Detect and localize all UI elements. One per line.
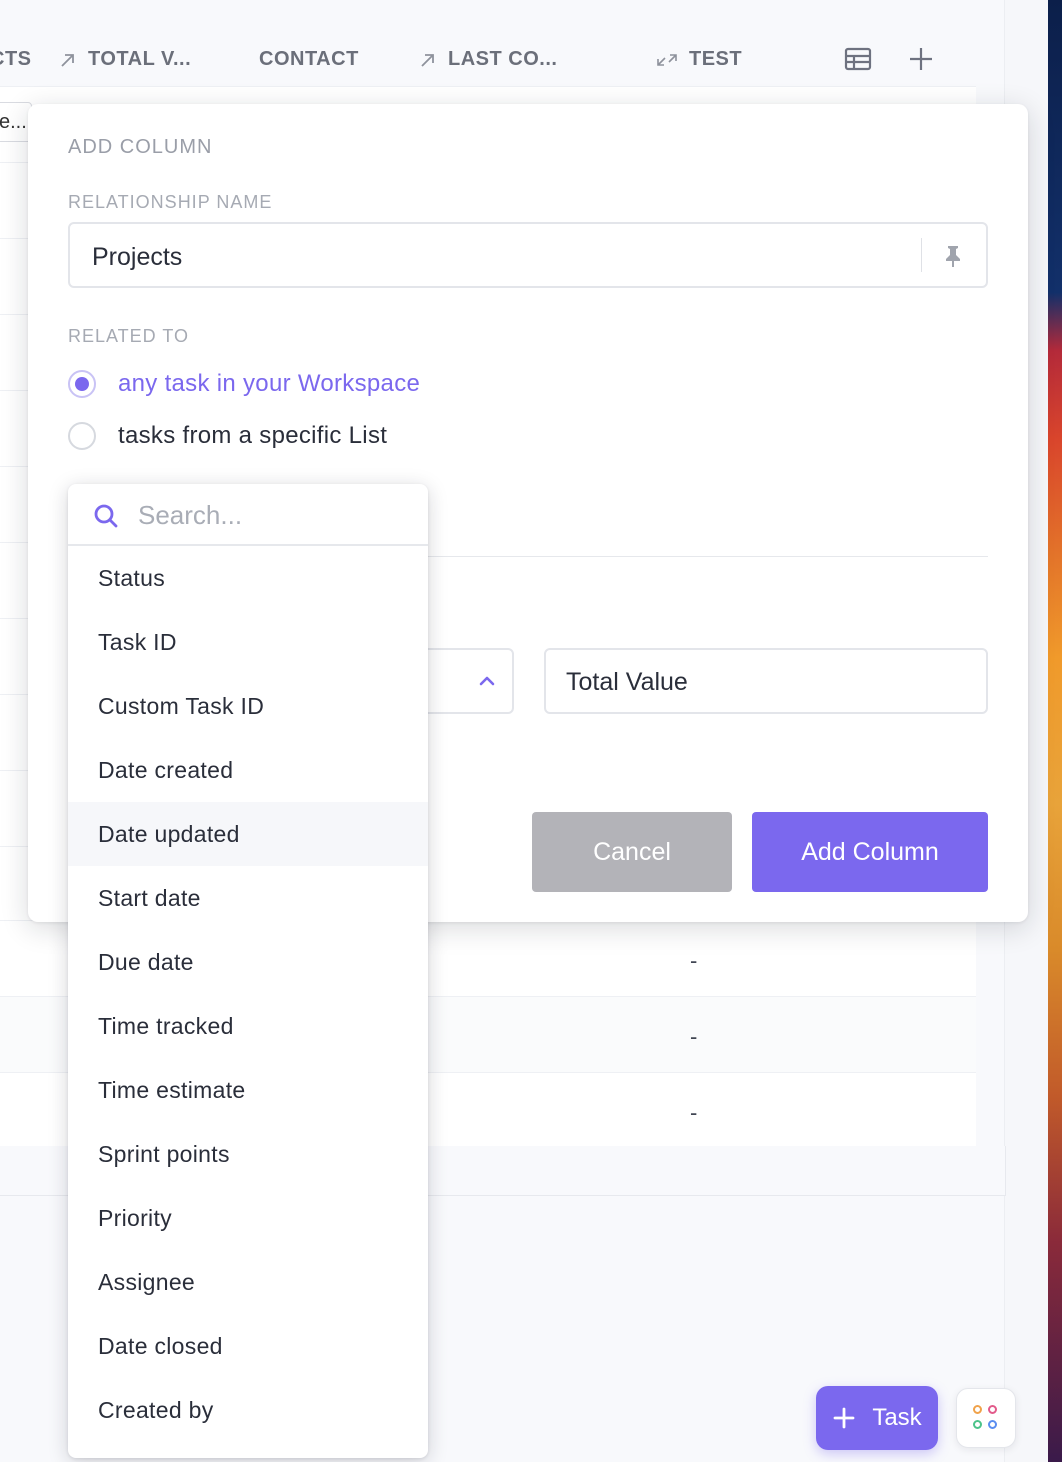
dropdown-item-time-estimate[interactable]: Time estimate [68,1058,428,1122]
column-header-label: CTS [0,48,32,70]
radio-button-checked[interactable] [68,370,96,398]
plus-icon [833,1407,855,1429]
chevron-up-icon[interactable] [476,670,498,692]
apps-grid-button[interactable] [956,1388,1016,1448]
search-icon [92,502,120,530]
pin-icon[interactable] [942,244,964,268]
column-header-total-value[interactable]: TOTAL V... [58,48,191,71]
dropdown-item-priority[interactable]: Priority [68,1186,428,1250]
column-name-value: Total Value [566,668,688,696]
table-cell-value: - [690,1100,698,1125]
relationship-name-label: RELATIONSHIP NAME [68,192,273,212]
dropdown-item-assignee[interactable]: Assignee [68,1250,428,1314]
table-cell-value: - [690,948,698,973]
dropdown-item-task-id[interactable]: Task ID [68,610,428,674]
radio-button[interactable] [68,422,96,450]
relationship-name-value: Projects [92,243,183,271]
apps-grid-icon [988,1405,997,1414]
bidirectional-arrow-icon [657,53,677,66]
field-dropdown: Search... Status Task ID Custom Task ID … [68,484,428,1458]
search-input[interactable]: Search... [138,500,242,531]
cancel-button[interactable]: Cancel [532,812,732,892]
radio-label: tasks from a specific List [118,422,388,449]
column-header-contact[interactable]: CONTACT [259,48,359,71]
dropdown-item-custom-task-id[interactable]: Custom Task ID [68,674,428,738]
input-divider [921,238,922,272]
column-header-label: LAST CO... [448,48,558,70]
radio-label: any task in your Workspace [118,370,421,397]
dropdown-item-created-by[interactable]: Created by [68,1378,428,1442]
dropdown-item-date-created[interactable]: Date created [68,738,428,802]
add-column-icon[interactable] [906,44,936,74]
dropdown-item-status[interactable]: Status [68,546,428,610]
column-header-cts[interactable]: CTS [0,48,32,71]
apps-grid-icon [988,1420,997,1429]
dropdown-item-time-tracked[interactable]: Time tracked [68,994,428,1058]
apps-grid-icon [973,1405,982,1414]
page: CTS TOTAL V... CONTACT LAST CO... TEST [0,0,1062,1462]
radio-specific-list[interactable]: tasks from a specific List [68,422,387,450]
desktop-wallpaper-strip [1048,0,1062,1462]
column-header-test[interactable]: TEST [655,48,742,71]
table-cell-value: - [690,1024,698,1049]
apps-grid-icon [973,1420,982,1429]
arrow-up-right-icon [61,53,74,67]
column-header-label: TOTAL V... [88,48,192,70]
dropdown-item-date-updated[interactable]: Date updated [68,802,428,866]
relationship-name-input[interactable]: Projects [68,222,988,288]
add-task-label: Task [872,1404,922,1431]
dropdown-item-start-date[interactable]: Start date [68,866,428,930]
column-header-label: CONTACT [259,48,359,70]
modal-title: ADD COLUMN [68,136,213,158]
dropdown-search[interactable]: Search... [68,484,428,546]
table-header: CTS TOTAL V... CONTACT LAST CO... TEST [0,30,980,90]
column-header-last-contact[interactable]: LAST CO... [418,48,557,71]
column-name-input[interactable]: Total Value [544,648,988,714]
add-column-button[interactable]: Add Column [752,812,988,892]
column-header-label: TEST [689,48,743,70]
dropdown-item-due-date[interactable]: Due date [68,930,428,994]
arrow-up-right-icon [421,53,434,67]
divider [428,556,988,557]
radio-any-task[interactable]: any task in your Workspace [68,370,420,398]
dropdown-item-date-closed[interactable]: Date closed [68,1314,428,1378]
related-to-label: RELATED TO [68,326,190,346]
dropdown-item-sprint-points[interactable]: Sprint points [68,1122,428,1186]
table-view-icon[interactable] [843,44,873,74]
add-task-button[interactable]: Task [816,1386,938,1450]
